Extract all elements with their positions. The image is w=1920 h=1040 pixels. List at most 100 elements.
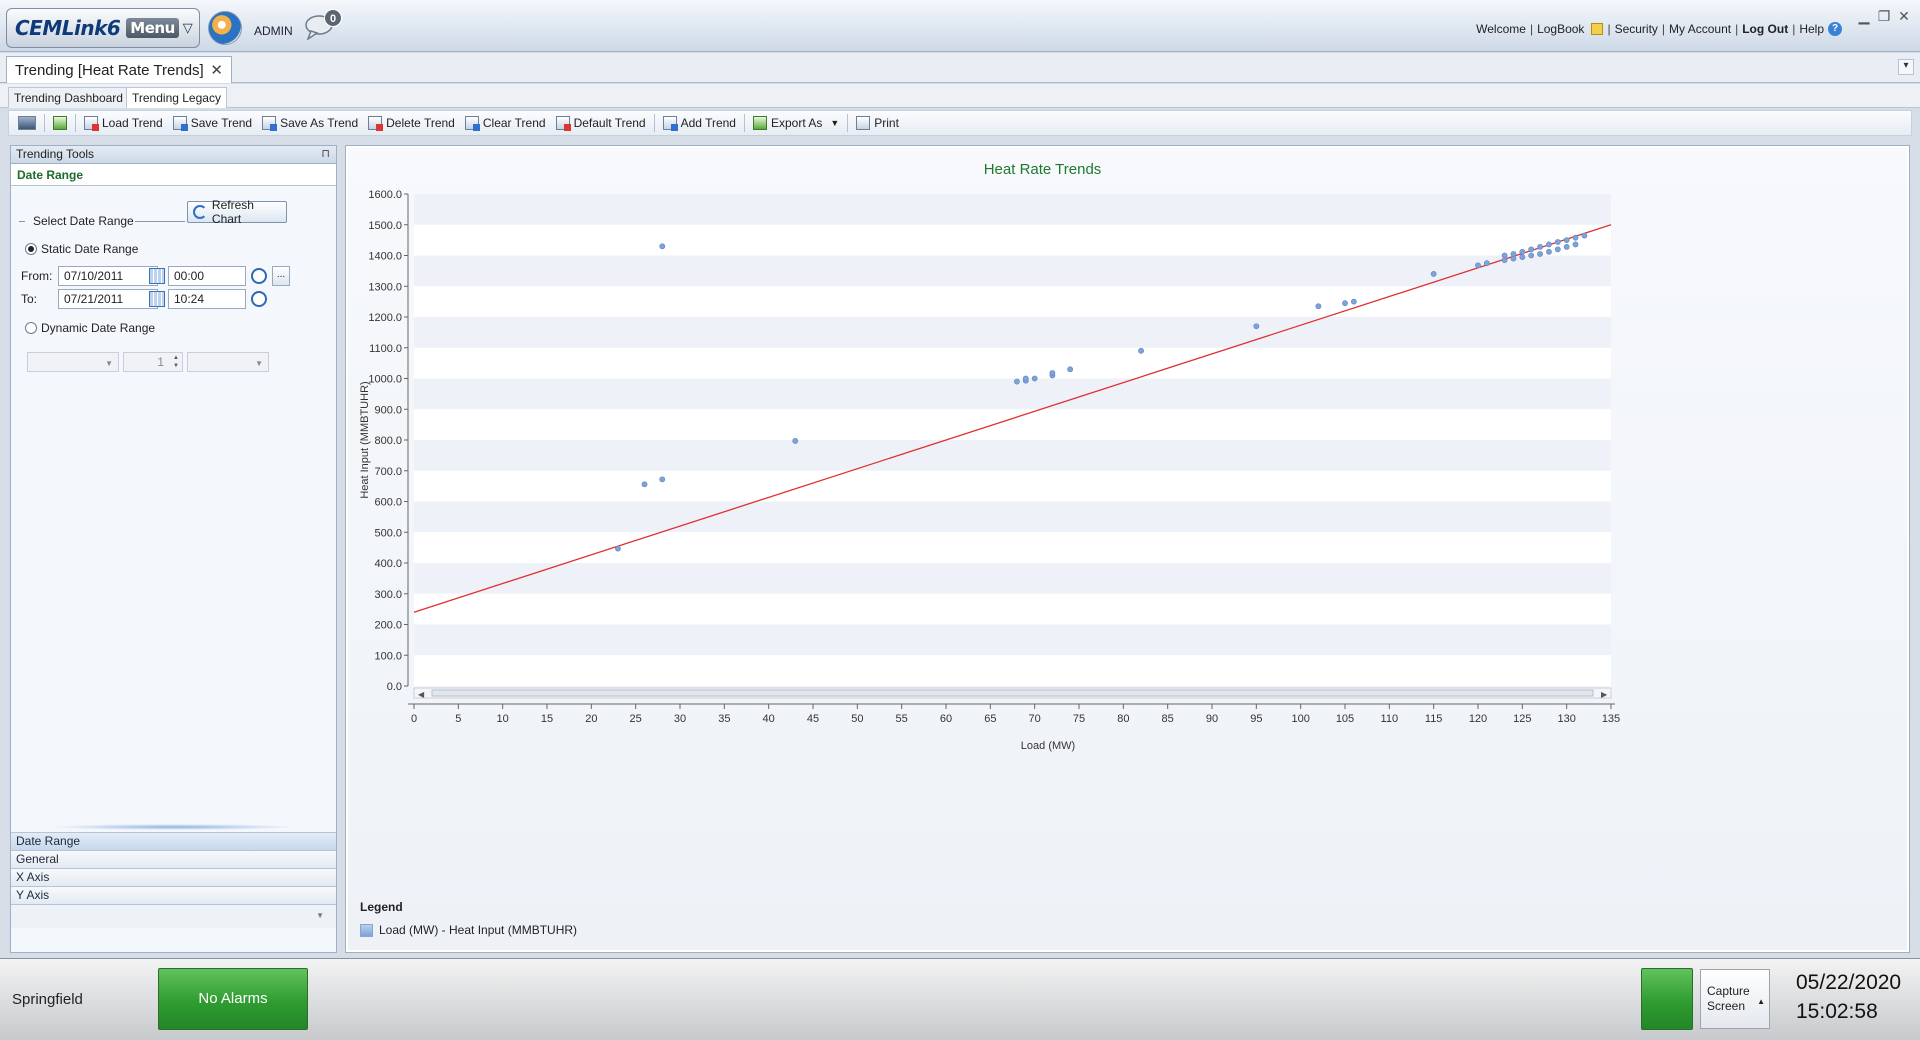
dynamic-period-select[interactable]: ▼ bbox=[27, 352, 119, 372]
save-trend-button[interactable]: Save Trend bbox=[168, 112, 257, 134]
to-time-input[interactable]: 10:24 bbox=[168, 289, 246, 309]
data-point bbox=[1519, 248, 1526, 255]
logbook-link[interactable]: LogBook bbox=[1537, 22, 1584, 36]
restore-icon[interactable]: ❐ bbox=[1876, 8, 1892, 25]
static-date-range-label: Static Date Range bbox=[41, 242, 139, 256]
welcome-link[interactable]: Welcome bbox=[1476, 22, 1526, 36]
refresh-chart-button[interactable]: Refresh Chart bbox=[187, 198, 287, 226]
data-point bbox=[1546, 248, 1552, 255]
x-tick-label: 105 bbox=[1336, 713, 1354, 725]
nav-general[interactable]: General bbox=[11, 850, 336, 868]
clock-time: 15:02:58 bbox=[1796, 1000, 1878, 1023]
dynamic-date-range-radio[interactable] bbox=[25, 322, 37, 334]
grid-band bbox=[414, 624, 1611, 656]
more-options-button[interactable]: ... bbox=[272, 266, 290, 286]
data-point bbox=[1014, 378, 1020, 385]
user-button[interactable] bbox=[48, 112, 72, 134]
y-tick-label: 0.0 bbox=[387, 681, 402, 693]
save-trend-label: Save Trend bbox=[190, 116, 253, 130]
y-tick-label: 1100.0 bbox=[369, 343, 402, 355]
add-trend-icon bbox=[662, 116, 678, 131]
main-menu-button[interactable]: CEMLink6 Menu ▽ bbox=[6, 8, 200, 48]
spinner-icon[interactable]: ▲ ▼ bbox=[171, 354, 181, 370]
tab-title: Trending [Heat Rate Trends] bbox=[15, 61, 204, 79]
x-tick-label: 95 bbox=[1250, 713, 1262, 725]
nav-overflow[interactable]: ▼ bbox=[11, 904, 336, 928]
x-tick-label: 20 bbox=[585, 713, 597, 725]
export-as-button[interactable]: Export As ▼ bbox=[748, 112, 844, 134]
tab-trending-legacy[interactable]: Trending Legacy bbox=[126, 87, 227, 108]
dynamic-count-stepper[interactable]: 1 ▲ ▼ bbox=[123, 352, 183, 372]
data-point bbox=[1519, 254, 1526, 260]
sub-tab-strip: Trending Dashboard Trending Legacy bbox=[0, 84, 1920, 108]
select-date-range-label: Select Date Range bbox=[33, 214, 134, 228]
x-tick-label: 60 bbox=[940, 713, 952, 725]
help-link[interactable]: Help bbox=[1799, 22, 1824, 36]
chevron-down-icon: ▽ bbox=[182, 20, 193, 36]
from-date-input[interactable]: 07/10/2011 bbox=[58, 266, 158, 286]
add-trend-button[interactable]: Add Trend bbox=[658, 112, 741, 134]
security-link[interactable]: Security bbox=[1615, 22, 1658, 36]
tab-trending-heat-rate[interactable]: Trending [Heat Rate Trends] ✕ bbox=[6, 56, 232, 83]
pin-icon[interactable]: ⊓ bbox=[321, 146, 330, 163]
section-title: Date Range bbox=[11, 164, 336, 186]
delete-trend-button[interactable]: Delete Trend bbox=[363, 112, 460, 134]
fieldset-line bbox=[19, 221, 25, 222]
save-as-trend-button[interactable]: Save As Trend bbox=[257, 112, 363, 134]
globe-icon[interactable] bbox=[208, 11, 242, 45]
alarm-status-button[interactable]: No Alarms bbox=[158, 968, 308, 1030]
x-tick-label: 10 bbox=[497, 713, 509, 725]
from-time-input[interactable]: 00:00 bbox=[168, 266, 246, 286]
scroll-left-icon: ◀ bbox=[418, 690, 425, 699]
x-tick-label: 130 bbox=[1557, 713, 1575, 725]
load-trend-button[interactable]: Load Trend bbox=[79, 112, 168, 134]
tab-trending-dashboard[interactable]: Trending Dashboard bbox=[8, 87, 129, 108]
nav-y-axis[interactable]: Y Axis bbox=[11, 886, 336, 904]
clock-icon[interactable] bbox=[251, 268, 267, 284]
data-point bbox=[1315, 303, 1322, 310]
nav-date-range[interactable]: Date Range bbox=[11, 832, 336, 850]
data-point bbox=[1031, 375, 1038, 382]
chart-area: Heat Rate Trends 0.0 100.0 200.0 300.0 400.0 5… bbox=[348, 148, 1907, 950]
chevron-up-icon[interactable]: ▲ bbox=[1757, 994, 1765, 1009]
save-as-trend-label: Save As Trend bbox=[280, 116, 359, 130]
calendar-icon[interactable] bbox=[149, 291, 165, 307]
x-axis-label: Load (MW) bbox=[1021, 740, 1075, 752]
default-trend-button[interactable]: Default Trend bbox=[551, 112, 651, 134]
clock-icon[interactable] bbox=[251, 291, 267, 307]
to-label: To: bbox=[21, 292, 38, 306]
to-date-input[interactable]: 07/21/2011 bbox=[58, 289, 158, 309]
minimize-icon[interactable]: ▁ bbox=[1856, 8, 1872, 25]
x-tick-label: 100 bbox=[1291, 713, 1309, 725]
x-tick-label: 0 bbox=[411, 713, 417, 725]
logbook-icon[interactable] bbox=[1591, 23, 1604, 35]
close-tab-icon[interactable]: ✕ bbox=[210, 61, 223, 79]
data-point bbox=[1475, 262, 1481, 269]
help-icon[interactable]: ? bbox=[1828, 22, 1842, 36]
my-account-link[interactable]: My Account bbox=[1669, 22, 1731, 36]
x-tick-label: 40 bbox=[763, 713, 775, 725]
delete-trend-icon bbox=[368, 116, 384, 131]
chevron-down-icon: ▼ bbox=[105, 359, 113, 368]
dynamic-unit-select[interactable]: ▼ bbox=[187, 352, 269, 372]
print-button[interactable]: Print bbox=[851, 112, 904, 134]
y-tick-label: 800.0 bbox=[374, 435, 402, 447]
calendar-icon[interactable] bbox=[149, 268, 165, 284]
scatter-chart[interactable]: Heat Rate Trends 0.0 100.0 200.0 300.0 400.0 5… bbox=[348, 148, 1907, 950]
grid-band bbox=[414, 255, 1611, 287]
static-date-range-radio[interactable] bbox=[25, 243, 37, 255]
data-point bbox=[1581, 232, 1588, 239]
nav-x-axis[interactable]: X Axis bbox=[11, 868, 336, 886]
tab-list-dropdown-icon[interactable]: ▾ bbox=[1898, 59, 1914, 75]
log-out-link[interactable]: Log Out bbox=[1742, 22, 1788, 36]
grid-band bbox=[414, 194, 1611, 225]
close-icon[interactable]: ✕ bbox=[1896, 8, 1912, 25]
legend-item[interactable]: Load (MW) - Heat Input (MMBTUHR) bbox=[360, 923, 577, 937]
clear-trend-button[interactable]: Clear Trend bbox=[460, 112, 551, 134]
monitor-button[interactable] bbox=[13, 112, 41, 134]
trending-tools-panel: Trending Tools ⊓ Date Range Select Date … bbox=[10, 145, 337, 953]
data-point bbox=[1483, 260, 1490, 267]
capture-screen-button[interactable]: Capture Screen ▲ bbox=[1700, 969, 1770, 1029]
toolbar-separator bbox=[847, 114, 849, 132]
alarm-indicator[interactable] bbox=[1641, 968, 1693, 1030]
